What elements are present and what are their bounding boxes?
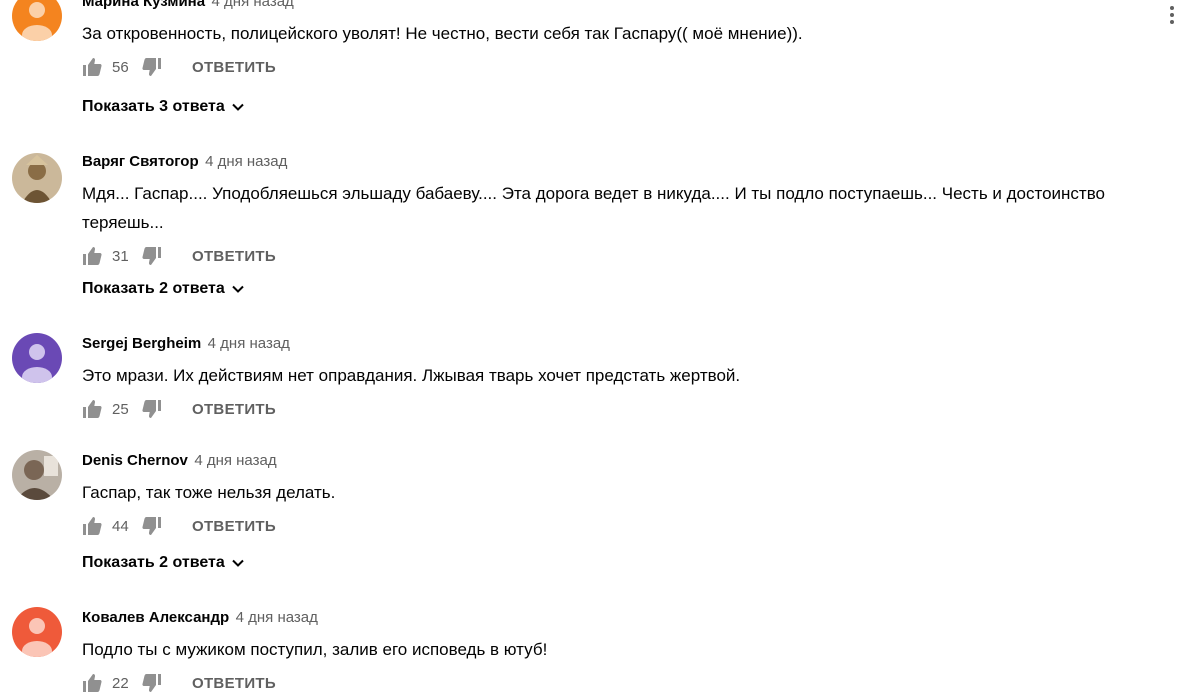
show-replies-button[interactable]: Показать 2 ответа — [82, 276, 245, 302]
reply-button[interactable]: ОТВЕТИТЬ — [192, 248, 276, 265]
thumb-down-icon[interactable] — [142, 399, 162, 419]
show-replies-button[interactable]: Показать 2 ответа — [82, 550, 245, 576]
avatar[interactable] — [12, 153, 62, 203]
show-replies-button[interactable]: Показать 3 ответа — [82, 94, 245, 120]
avatar[interactable] — [12, 450, 62, 500]
like-count: 22 — [112, 674, 129, 692]
comment-line: теряешь... — [82, 213, 164, 232]
comment-time[interactable]: 4 дня назад — [236, 609, 318, 626]
comment-time[interactable]: 4 дня назад — [212, 0, 294, 10]
comment-line: Гаспар, так тоже нельзя делать. — [82, 483, 336, 502]
comment-text: Подло ты с мужиком поступил, залив его и… — [82, 635, 1146, 664]
reply-button[interactable]: ОТВЕТИТЬ — [192, 401, 276, 418]
comment-time[interactable]: 4 дня назад — [208, 335, 290, 352]
comment-time[interactable]: 4 дня назад — [194, 452, 276, 469]
reply-button[interactable]: ОТВЕТИТЬ — [192, 518, 276, 535]
comment-author[interactable]: Ковалев Александр — [82, 609, 229, 626]
thumb-down-icon[interactable] — [142, 673, 162, 693]
avatar[interactable] — [12, 607, 62, 657]
thumb-up-icon[interactable] — [82, 516, 102, 536]
chevron-down-icon — [232, 559, 244, 567]
avatar[interactable] — [12, 0, 62, 41]
comment-author[interactable]: Denis Chernov — [82, 452, 188, 469]
reply-button[interactable]: ОТВЕТИТЬ — [192, 675, 276, 692]
like-count: 31 — [112, 247, 129, 265]
show-replies-label: Показать 2 ответа — [82, 280, 225, 297]
comment-author[interactable]: Sergej Bergheim — [82, 335, 201, 352]
comment-line: Мдя... Гаспар.... Уподобляешься эльшаду … — [82, 184, 1106, 203]
comment-time[interactable]: 4 дня назад — [205, 153, 287, 170]
thumb-up-icon[interactable] — [82, 399, 102, 419]
like-count: 25 — [112, 400, 129, 418]
comment-line: Подло ты с мужиком поступил, залив его и… — [82, 640, 548, 659]
reply-button[interactable]: ОТВЕТИТЬ — [192, 59, 276, 76]
comment-text: Это мрази. Их действиям нет оправдания. … — [82, 361, 1146, 390]
comment-text: Мдя... Гаспар.... Уподобляешься эльшаду … — [82, 179, 1146, 237]
thumb-up-icon[interactable] — [82, 57, 102, 77]
chevron-down-icon — [232, 103, 244, 111]
like-count: 56 — [112, 58, 129, 76]
thumb-down-icon[interactable] — [142, 246, 162, 266]
comment-author[interactable]: Варяг Святогор — [82, 153, 199, 170]
more-options-icon[interactable] — [1166, 3, 1178, 27]
comment-author[interactable]: Марина Кузмина — [82, 0, 205, 10]
thumb-down-icon[interactable] — [142, 57, 162, 77]
comment-text: Гаспар, так тоже нельзя делать. — [82, 478, 1146, 507]
comment-text: За откровенность, полицейского уволят! Н… — [82, 19, 1146, 48]
comment-line: Это мрази. Их действиям нет оправдания. … — [82, 366, 741, 385]
show-replies-label: Показать 2 ответа — [82, 554, 225, 571]
thumb-down-icon[interactable] — [142, 516, 162, 536]
thumb-up-icon[interactable] — [82, 246, 102, 266]
thumb-up-icon[interactable] — [82, 673, 102, 693]
avatar[interactable] — [12, 333, 62, 383]
show-replies-label: Показать 3 ответа — [82, 98, 225, 115]
comment-line: За откровенность, полицейского уволят! Н… — [82, 24, 803, 43]
like-count: 44 — [112, 517, 129, 535]
chevron-down-icon — [232, 285, 244, 293]
